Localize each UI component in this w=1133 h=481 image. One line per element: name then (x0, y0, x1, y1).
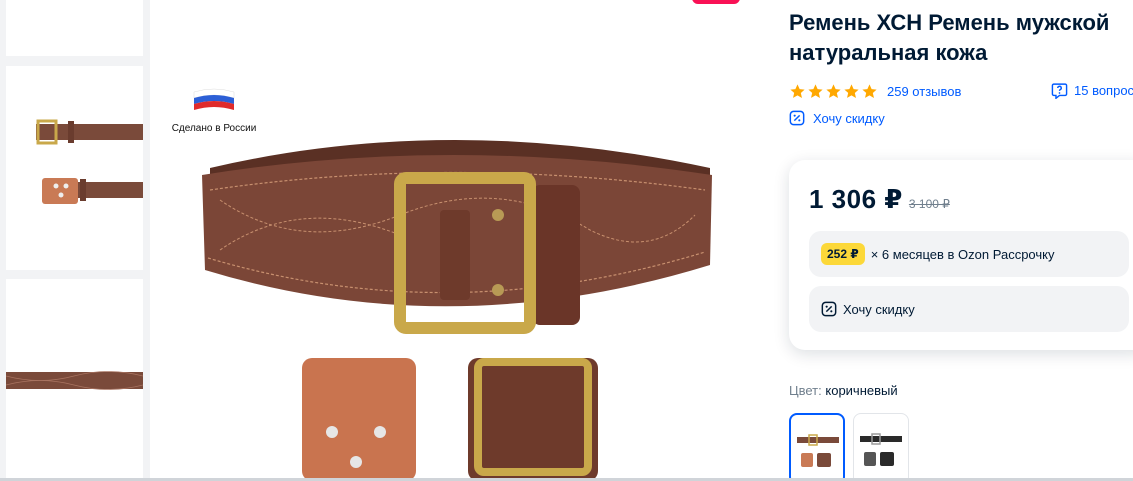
color-key: Цвет: (789, 383, 822, 398)
price-row: 1 306 ₽ 3 100 ₽ (809, 184, 950, 215)
installment-amount-badge: 252 ₽ (821, 243, 865, 265)
price-card: 1 306 ₽ 3 100 ₽ 252 ₽ × 6 месяцев в Ozon… (789, 160, 1133, 350)
star-icon (790, 83, 805, 98)
main-product-image[interactable] (150, 0, 770, 481)
color-value: коричневый (825, 383, 898, 398)
installment-text: × 6 месяцев в Ozon Рассрочку (870, 246, 1055, 262)
discount-tag-icon (821, 301, 837, 317)
thumbnail-2[interactable] (6, 66, 143, 270)
installment-option[interactable]: 252 ₽ × 6 месяцев в Ozon Рассрочку (809, 231, 1129, 277)
star-icon (826, 83, 841, 98)
want-discount-button[interactable]: Хочу скидку (809, 286, 1129, 332)
current-price: 1 306 ₽ (809, 184, 903, 214)
thumbnail-gallery (0, 0, 150, 481)
made-in-russia-badge: Сделано в России (164, 86, 264, 134)
old-price: 3 100 ₽ (908, 197, 950, 211)
color-swatch-brown[interactable] (789, 413, 845, 481)
color-selector-label: Цвет: коричневый (789, 383, 898, 398)
questions-link[interactable]: 15 вопрос (1051, 82, 1133, 99)
russia-flag-icon (193, 88, 235, 110)
sale-badge (692, 0, 740, 4)
star-icon (862, 83, 877, 98)
want-discount-button-label: Хочу скидку (843, 301, 915, 317)
question-icon (1051, 83, 1068, 99)
thumbnail-1[interactable] (6, 0, 143, 56)
product-title: Ремень ХСН Ремень мужской натуральная ко… (789, 8, 1133, 68)
product-title-line-1: Ремень ХСН Ремень мужской (789, 10, 1110, 35)
star-icon (844, 83, 859, 98)
rating-row[interactable]: 259 отзывов (789, 82, 961, 100)
belt-thumbnail-image (36, 119, 143, 204)
swatch-black-image (860, 433, 902, 466)
questions-label: 15 вопрос (1074, 83, 1133, 98)
rating-stars (789, 83, 878, 100)
swatch-brown-image (797, 434, 839, 467)
product-title-line-2: натуральная кожа (789, 40, 988, 65)
discount-tag-icon (789, 110, 805, 126)
made-in-label: Сделано в России (171, 123, 257, 134)
thumbnail-3[interactable] (5, 279, 144, 481)
want-discount-link[interactable]: Хочу скидку (789, 110, 885, 126)
star-icon (808, 83, 823, 98)
reviews-link[interactable]: 259 отзывов (887, 84, 961, 99)
want-discount-label: Хочу скидку (813, 110, 885, 126)
belt-main-illustration (202, 140, 712, 481)
color-swatch-black[interactable] (853, 413, 909, 481)
belt-strip-thumbnail-image (5, 371, 144, 390)
